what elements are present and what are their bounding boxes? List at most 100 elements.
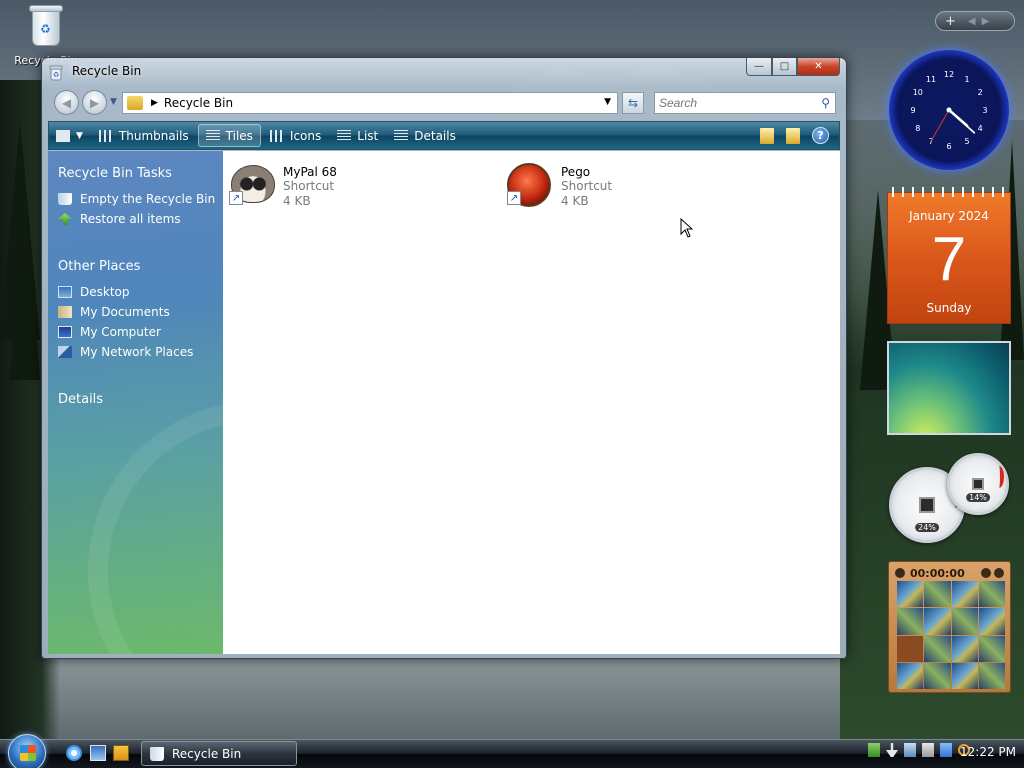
clock-face: 123456789101112 [910,70,987,151]
calendar-rings [888,187,1012,197]
toolbar-right: ? [760,127,829,144]
view-list-button[interactable]: List [330,124,385,147]
file-view[interactable]: ↗ MyPal 68 Shortcut 4 KB ↗ Pego Shortcut… [223,151,840,654]
view-tiles-button[interactable]: Tiles [197,124,261,147]
help-icon[interactable] [981,568,991,578]
puzzle-tile[interactable] [978,581,1005,608]
address-dropdown-icon[interactable]: ▼ [604,97,611,107]
organize-button[interactable]: ▼ [49,124,90,147]
puzzle-tile[interactable] [897,608,924,635]
puzzle-tile[interactable] [924,635,951,662]
forward-button[interactable]: ▶ [82,90,107,115]
puzzle-empty-slot[interactable] [897,635,924,662]
folder-options-icon[interactable] [786,127,800,144]
clock-numeral: 8 [915,124,920,133]
puzzle-tile[interactable] [897,581,924,608]
next-page-icon[interactable]: ▶ [982,16,990,27]
tray-power-icon[interactable] [886,743,898,757]
back-button[interactable]: ◀ [54,90,79,115]
recycle-bin-icon [150,746,164,761]
link-label: My Documents [80,305,170,319]
search-input[interactable] [659,93,809,113]
clock-numeral: 6 [946,142,951,151]
section-heading[interactable]: Other Places [58,259,223,274]
network-icon [58,346,72,358]
puzzle-tile[interactable] [951,608,978,635]
file-size: 4 KB [561,194,589,208]
taskbar-window-button[interactable]: Recycle Bin [141,741,297,766]
place-my-network-places-link[interactable]: My Network Places [58,342,223,362]
tiles-icon [205,129,220,142]
breadcrumb-item[interactable]: Recycle Bin [164,96,233,110]
desktop-icon [58,286,72,298]
minimize-button[interactable]: — [746,58,772,76]
calendar-gadget[interactable]: January 2024 7 Sunday [887,187,1012,324]
puzzle-tile[interactable] [924,662,951,689]
view-details-button[interactable]: Details [387,124,463,147]
view-icons-button[interactable]: Icons [263,124,328,147]
puzzle-tile[interactable] [951,635,978,662]
file-name: Pego [561,165,591,179]
add-gadget-button[interactable]: + [945,14,956,29]
new-folder-icon[interactable] [760,127,774,144]
title-bar[interactable]: ♻ Recycle Bin — □ ✕ [42,58,846,86]
puzzle-tile[interactable] [897,662,924,689]
view-thumbnails-button[interactable]: Thumbnails [92,124,196,147]
cpu-chip-icon [919,497,935,513]
slideshow-gadget[interactable] [887,341,1011,435]
puzzle-header: 00:00:00 [895,566,1004,580]
tray-network-icon[interactable] [904,743,916,757]
search-icon[interactable]: ⚲ [821,96,830,110]
memory-chip-icon [972,478,984,490]
address-bar[interactable]: ▶ Recycle Bin ▼ [122,92,618,114]
recycle-bin-tasks-section: Recycle Bin Tasks Empty the Recycle Bin … [48,166,223,229]
place-desktop-link[interactable]: Desktop [58,282,223,302]
help-icon[interactable]: ? [812,127,829,144]
place-my-computer-link[interactable]: My Computer [58,322,223,342]
puzzle-tile[interactable] [924,581,951,608]
restore-arrow-icon [58,213,72,225]
tray-volume-icon[interactable] [922,743,934,757]
file-tile[interactable]: ↗ MyPal 68 Shortcut 4 KB [227,159,337,209]
tray-status-icon[interactable] [868,743,880,757]
puzzle-tile[interactable] [978,608,1005,635]
restore-all-items-link[interactable]: Restore all items [58,209,223,229]
puzzle-tile[interactable] [951,662,978,689]
section-heading[interactable]: Recycle Bin Tasks [58,166,223,181]
close-button[interactable]: ✕ [797,58,840,76]
puzzle-tile[interactable] [951,581,978,608]
clock-minute-hand [948,109,976,134]
section-heading[interactable]: Details [58,392,223,407]
tray-app-icon[interactable] [940,743,952,757]
search-box: ⚲ [654,92,836,114]
mouse-cursor-icon [680,218,694,238]
picture-puzzle-gadget[interactable]: 00:00:00 [888,561,1011,693]
place-my-documents-link[interactable]: My Documents [58,302,223,322]
clock-gadget[interactable]: 1 2 3 4 5 6 7 8 9 10 11 12 [889,50,1009,170]
forward-arrow-icon: ▶ [89,95,100,110]
empty-recycle-bin-link[interactable]: Empty the Recycle Bin [58,189,223,209]
calendar-day: 7 [931,225,967,294]
shuffle-icon[interactable] [994,568,1004,578]
breadcrumb-chevron-icon[interactable]: ▶ [151,98,158,108]
puzzle-tile[interactable] [924,608,951,635]
puzzle-tile[interactable] [978,635,1005,662]
taskbar-clock[interactable]: 12:22 PM [960,745,1016,759]
clock-numeral: 3 [982,106,987,115]
refresh-button[interactable]: ⇆ [622,92,644,114]
media-player-icon[interactable] [113,745,129,761]
start-button[interactable] [8,734,46,768]
recent-pages-dropdown[interactable]: ▼ [110,97,117,107]
taskbar-window-label: Recycle Bin [172,746,242,761]
puzzle-tile[interactable] [978,662,1005,689]
internet-explorer-icon[interactable] [66,745,82,761]
recycle-bin-icon [58,193,72,205]
show-desktop-icon[interactable] [90,745,106,761]
previous-page-icon[interactable]: ◀ [968,16,976,27]
maximize-button[interactable]: □ [772,58,797,76]
recycle-bin-icon: ♻ [48,65,64,81]
memory-meter-gadget[interactable]: 14% [947,453,1009,515]
clock-second-hand [930,109,950,142]
file-tile[interactable]: ↗ Pego Shortcut 4 KB [505,159,612,209]
file-type: Shortcut [561,179,613,193]
